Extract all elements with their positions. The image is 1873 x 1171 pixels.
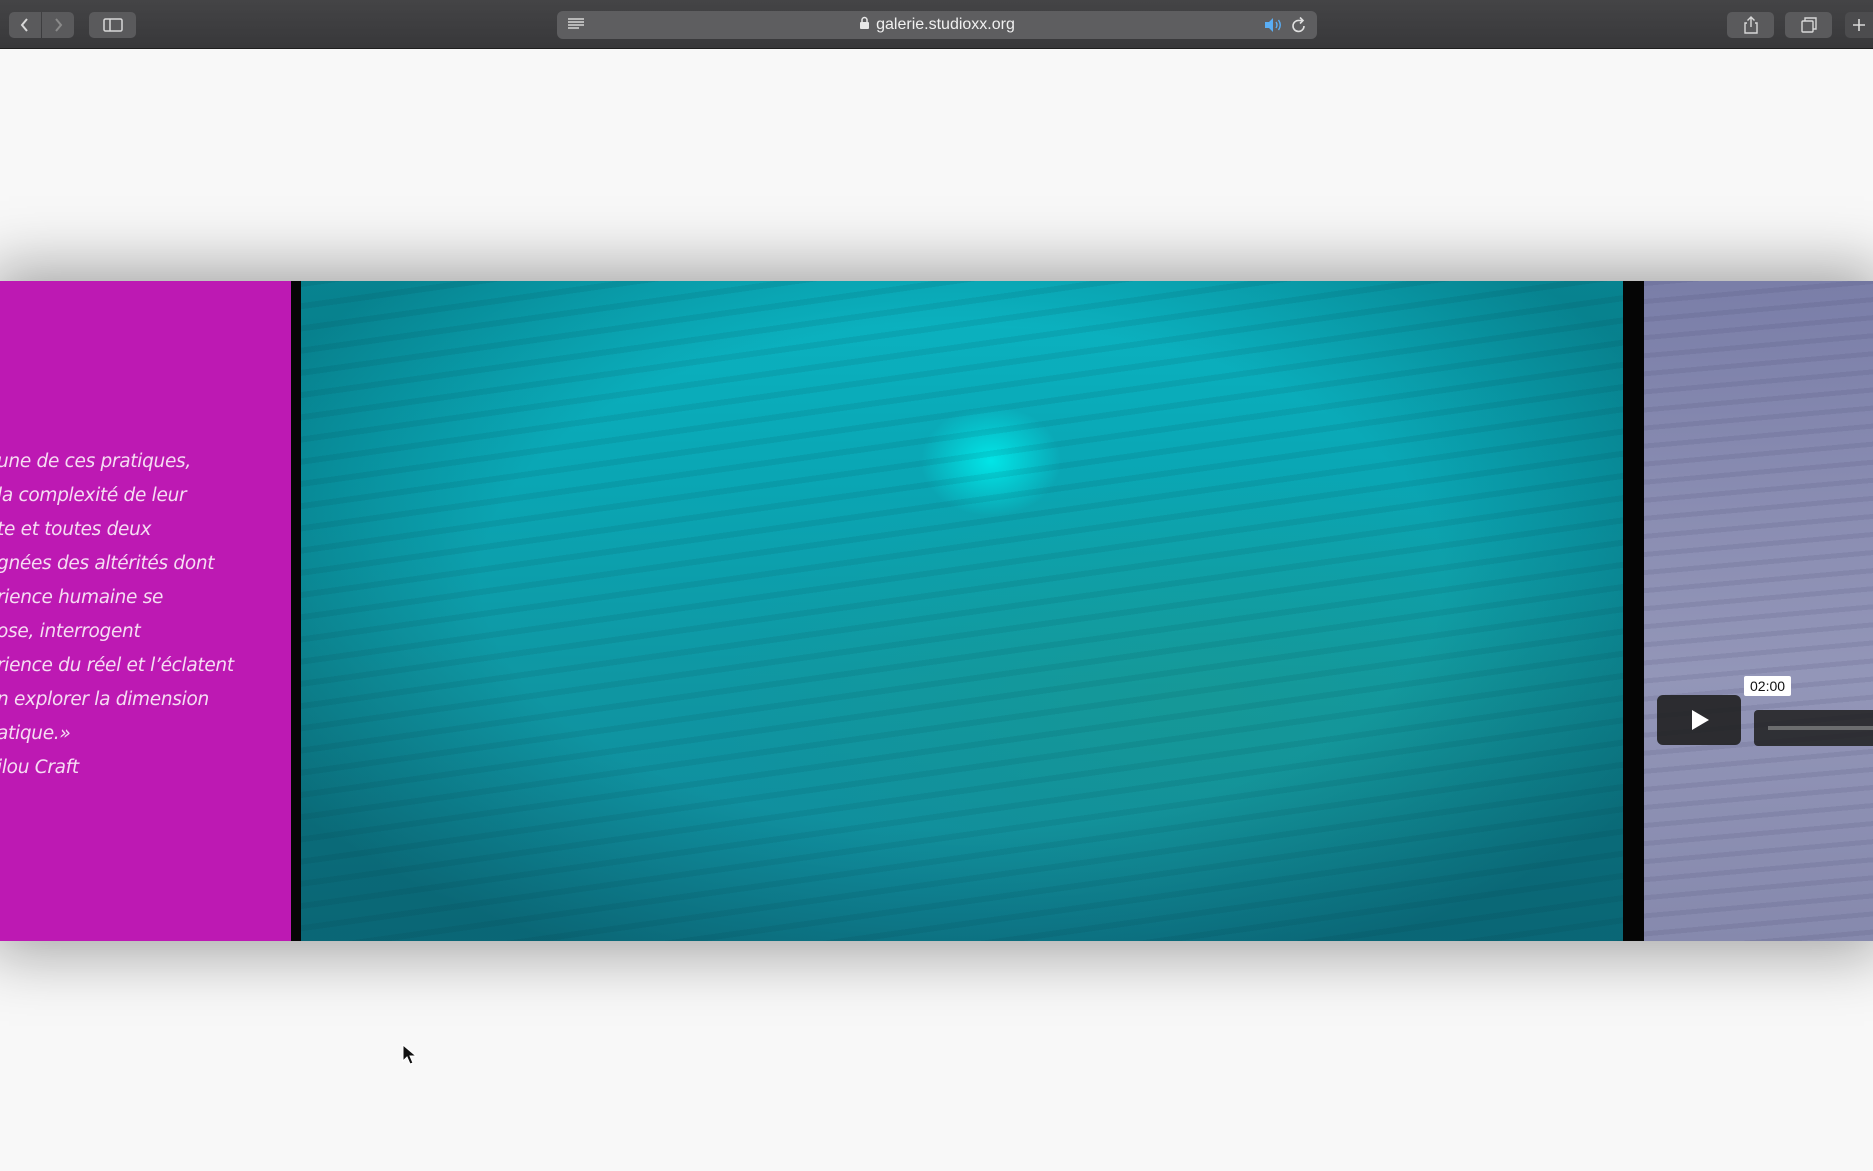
mouse-cursor (402, 1043, 418, 1071)
video-vignette (301, 281, 1623, 941)
play-icon (1692, 710, 1709, 730)
water-texture (1644, 281, 1873, 941)
plus-icon (1853, 19, 1865, 31)
video-still-turquoise-water[interactable] (301, 281, 1623, 941)
quote-line: te et toutes deux (0, 519, 152, 540)
tab-overview-button[interactable] (1785, 12, 1832, 38)
video-duration: 02:00 (1744, 676, 1792, 696)
quote-line: la complexité de leur (0, 485, 187, 506)
gallery-carousel[interactable]: une de ces pratiques, la complexité de l… (0, 281, 1873, 941)
speaker-icon[interactable] (1263, 17, 1283, 38)
address-bar[interactable]: galerie.studioxx.org (557, 11, 1317, 39)
video-progress-bar[interactable] (1754, 710, 1873, 746)
quote-panel: une de ces pratiques, la complexité de l… (0, 281, 291, 941)
quote-line: rience humaine se (0, 587, 164, 608)
lock-icon (859, 16, 870, 35)
share-icon (1743, 16, 1758, 34)
quote-line: gnées des altérités dont (0, 553, 215, 574)
quote-line: n explorer la dimension (0, 689, 209, 710)
reload-icon[interactable] (1291, 16, 1307, 39)
panel-divider (1623, 281, 1644, 941)
progress-track[interactable] (1768, 726, 1873, 730)
quote-line: une de ces pratiques, (0, 451, 191, 472)
panel-divider (291, 281, 301, 941)
quote-text: une de ces pratiques, la complexité de l… (0, 445, 234, 785)
share-button[interactable] (1727, 12, 1774, 38)
quote-line: ose, interrogent (0, 621, 141, 642)
forward-button[interactable] (42, 12, 74, 38)
back-button[interactable] (9, 12, 41, 38)
quote-author: ilou Craft (0, 757, 79, 778)
sidebar-toggle-button[interactable] (89, 12, 136, 38)
reader-icon[interactable] (567, 17, 585, 36)
chevron-right-icon (55, 18, 63, 32)
video-player-lavender-water[interactable] (1644, 281, 1873, 941)
sidebar-icon (102, 18, 123, 32)
quote-line: atique.» (0, 723, 71, 744)
url-text[interactable]: galerie.studioxx.org (876, 16, 1015, 34)
tabs-icon (1800, 17, 1817, 33)
quote-line: rience du réel et l’éclatent (0, 655, 234, 676)
web-page: une de ces pratiques, la complexité de l… (0, 50, 1873, 1171)
new-tab-button[interactable] (1845, 12, 1873, 38)
browser-toolbar: galerie.studioxx.org (0, 0, 1873, 49)
chevron-left-icon (20, 18, 28, 32)
play-button[interactable] (1657, 695, 1741, 745)
